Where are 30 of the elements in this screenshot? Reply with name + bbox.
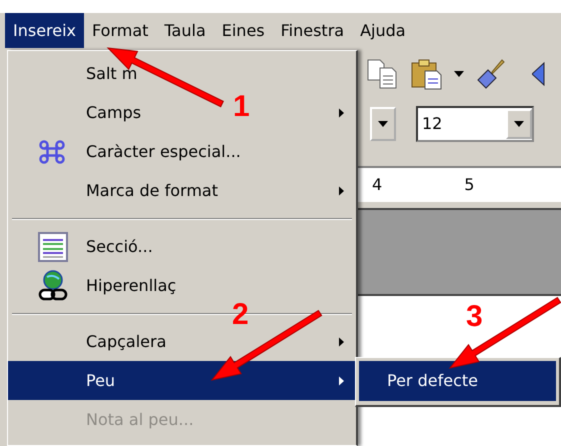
table-icon <box>38 232 68 262</box>
menu-bar-item[interactable]: Insereix <box>5 13 84 48</box>
menu-item[interactable]: Capçalera <box>86 330 166 354</box>
globe-chain-icon <box>38 270 68 302</box>
annotation-number: 2 <box>232 300 249 330</box>
menu-bar-item[interactable]: Format <box>84 13 156 48</box>
menu-bar-item[interactable]: Eines <box>214 13 273 48</box>
annotation-number: 1 <box>233 92 250 122</box>
menu-item[interactable]: Salt m <box>86 62 138 86</box>
menu-bar-item[interactable]: Taula <box>156 13 214 48</box>
paste-icon[interactable] <box>410 58 444 90</box>
submenu-item[interactable]: Per defecte <box>359 361 556 401</box>
font-size-combo[interactable]: 12 <box>416 106 534 142</box>
menu-item[interactable]: Hiperenllaç <box>86 274 176 298</box>
ruler-number: 5 <box>464 174 474 196</box>
caret-icon <box>378 121 388 127</box>
ruler-number: 4 <box>372 174 382 196</box>
annotation-number: 3 <box>466 302 483 332</box>
dropdown-button[interactable] <box>370 107 396 141</box>
menu-item[interactable]: Peu <box>8 361 356 400</box>
caret-icon[interactable] <box>454 71 464 77</box>
font-size-value: 12 <box>422 113 442 135</box>
caret-icon <box>514 121 524 127</box>
menu-item[interactable]: Caràcter especial... <box>86 140 241 164</box>
menu-bar-item[interactable]: Finestra <box>272 13 352 48</box>
menu-item[interactable]: Marca de format <box>86 178 218 202</box>
command-icon <box>38 140 66 164</box>
menu-item[interactable]: Secció... <box>86 234 153 258</box>
menu-bar-item[interactable]: Ajuda <box>352 13 414 48</box>
menu-item[interactable]: Camps <box>86 100 142 124</box>
